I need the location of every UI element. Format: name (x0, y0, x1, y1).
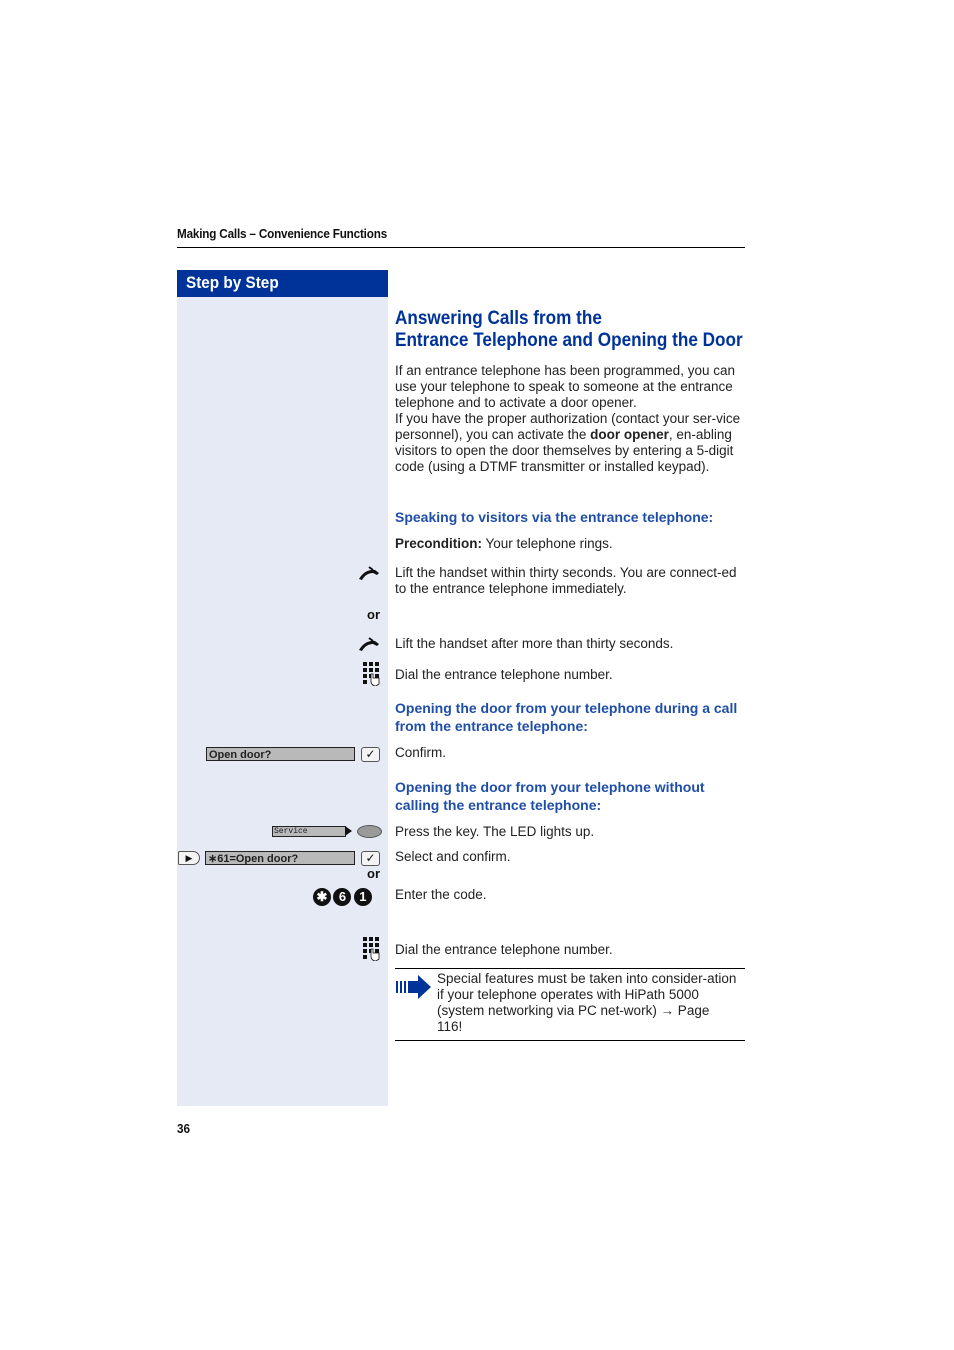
check-confirm-icon[interactable]: ✓ (361, 747, 380, 762)
page-number: 36 (177, 1121, 191, 1136)
step-lift-after: Lift the handset after more than thirty … (395, 636, 674, 651)
key-6-icon: 6 (333, 888, 352, 906)
star-key-icon: ✱ (313, 888, 331, 906)
running-head: Making Calls – Convenience Functions (177, 226, 388, 241)
header-rule (177, 247, 745, 248)
intro-text-1: If an entrance telephone has been progra… (395, 363, 735, 410)
service-key-label[interactable]: Service (272, 826, 346, 837)
section-heading-without-call: Opening the door from your telephone wit… (395, 779, 705, 813)
section-heading-during-call: Opening the door from your telephone dur… (395, 700, 738, 734)
precondition: Precondition: Your telephone rings. (395, 536, 755, 552)
check-confirm-icon[interactable]: ✓ (361, 851, 380, 866)
or-label: or (367, 866, 380, 881)
step-dial-2: Dial the entrance telephone number. (395, 942, 613, 957)
display-star61-open-door[interactable]: ∗61=Open door? (205, 851, 355, 865)
door-opener-term: door opener (590, 427, 669, 442)
step-press-key: Press the key. The LED lights up. (395, 824, 595, 839)
step-by-step-column (177, 297, 388, 1106)
dial-keypad-icon (363, 662, 381, 687)
step-confirm: Confirm. (395, 745, 447, 760)
step-enter-code: Enter the code. (395, 887, 487, 902)
step-dial-1: Dial the entrance telephone number. (395, 667, 613, 682)
scroll-arrow-icon[interactable]: ▶ (178, 851, 200, 865)
code-keys: ✱ 6 1 (313, 888, 372, 906)
lift-handset-icon (357, 636, 381, 652)
lift-handset-icon (357, 565, 381, 581)
note-text: Special features must be taken into cons… (437, 971, 737, 1034)
key-pointer-icon (345, 826, 352, 836)
service-key-button[interactable] (357, 825, 382, 838)
page-title: Answering Calls from the Entrance Teleph… (395, 307, 743, 351)
precondition-text: Your telephone rings. (482, 536, 613, 551)
step-lift-within: Lift the handset within thirty seconds. … (395, 565, 737, 596)
key-1-icon: 1 (353, 888, 372, 906)
step-select-confirm: Select and confirm. (395, 849, 511, 864)
step-by-step-title: Step by Step (186, 273, 279, 292)
or-label: or (367, 607, 380, 622)
page-title-line1: Answering Calls from the (395, 307, 602, 329)
note-arrow-icon (396, 975, 432, 999)
note-bottom-rule (395, 1040, 745, 1041)
intro-paragraph: If an entrance telephone has been progra… (395, 363, 747, 475)
display-open-door[interactable]: Open door? (206, 747, 355, 761)
note-top-rule (395, 968, 745, 969)
dial-keypad-icon (363, 937, 381, 962)
page-title-line2: Entrance Telephone and Opening the Door (395, 329, 743, 351)
precondition-label: Precondition: (395, 536, 482, 551)
section-heading-speaking: Speaking to visitors via the entrance te… (395, 509, 714, 525)
